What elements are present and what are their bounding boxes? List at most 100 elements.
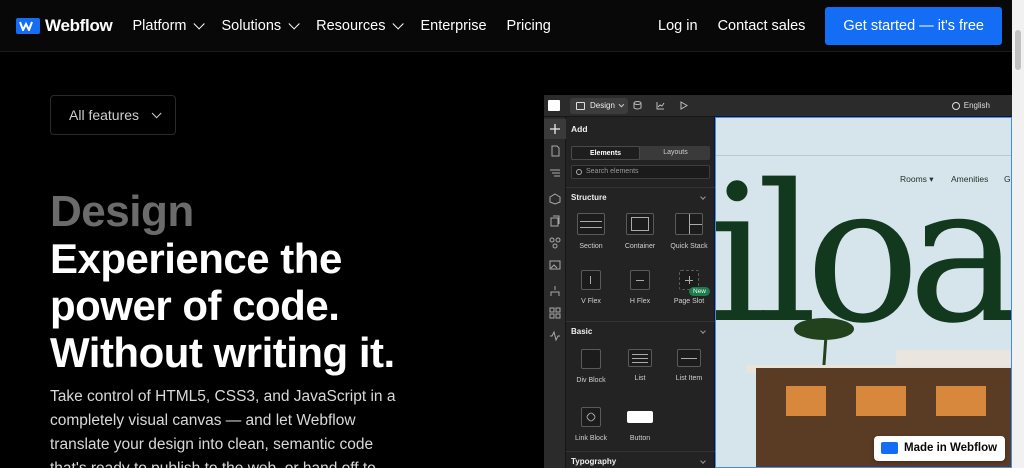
design-mode-label: Design xyxy=(590,101,615,110)
basic-section: Basic Div Block List List Item Link Bloc… xyxy=(566,321,715,451)
designer-left-rail xyxy=(544,117,566,468)
element-list-item[interactable]: List Item xyxy=(664,349,714,382)
element-v-flex-label: V Flex xyxy=(581,298,601,305)
element-h-flex-label: H Flex xyxy=(629,298,651,305)
nav-pricing[interactable]: Pricing xyxy=(507,18,551,34)
nav-resources-label: Resources xyxy=(316,17,386,34)
element-quick-stack[interactable]: Quick Stack xyxy=(664,213,714,250)
get-started-button[interactable]: Get started — it's free xyxy=(825,7,1002,45)
variables-icon[interactable] xyxy=(549,237,561,249)
element-link-block-label: Link Block xyxy=(575,435,607,442)
house-window xyxy=(936,386,986,416)
basic-title[interactable]: Basic xyxy=(571,327,592,336)
hero-body: Take control of HTML5, CSS3, and JavaScr… xyxy=(50,388,396,468)
all-features-dropdown[interactable]: All features xyxy=(50,95,176,135)
add-panel: Add Elements Layouts Search elements Str… xyxy=(566,117,715,468)
element-container-label: Container xyxy=(624,243,656,250)
house-window xyxy=(786,386,826,416)
login-link[interactable]: Log in xyxy=(658,18,698,34)
house-window xyxy=(856,386,906,416)
element-div-block[interactable]: Div Block xyxy=(566,349,616,384)
chevron-down-icon[interactable] xyxy=(700,328,706,334)
palm-leaves xyxy=(794,318,854,340)
hero-eyebrow: Design xyxy=(50,187,194,236)
language-selector[interactable]: English xyxy=(951,95,990,117)
scrollbar-thumb[interactable] xyxy=(1015,30,1021,70)
typography-section: Typography xyxy=(566,451,715,468)
element-button[interactable]: Button xyxy=(615,407,665,442)
element-quick-stack-label: Quick Stack xyxy=(670,243,708,250)
nav-right: Log in Contact sales Get started — it's … xyxy=(638,0,1012,52)
canvas-hero-text: iloa xyxy=(715,144,1011,365)
element-page-slot-label: Page Slot xyxy=(673,298,705,305)
element-list-item-label: List Item xyxy=(675,375,703,382)
chevron-down-icon xyxy=(618,101,625,108)
search-placeholder: Search elements xyxy=(586,168,639,175)
designer-canvas[interactable]: Rooms ▾ Amenities G iloa xyxy=(715,117,1012,468)
globe-icon xyxy=(951,102,960,110)
webflow-logo-icon xyxy=(16,17,40,34)
new-badge: New xyxy=(689,287,711,296)
page-scrollbar[interactable] xyxy=(1012,0,1024,468)
v-flex-icon xyxy=(581,270,601,290)
tab-layouts[interactable]: Layouts xyxy=(641,146,710,160)
logo-text: Webflow xyxy=(45,15,113,35)
element-v-flex[interactable]: V Flex xyxy=(566,270,616,305)
div-block-icon xyxy=(581,349,601,369)
chevron-down-icon xyxy=(392,17,405,30)
hero-headline: Experience the power of code. Without wr… xyxy=(50,235,395,376)
element-div-block-label: Div Block xyxy=(576,377,606,384)
section-icon xyxy=(577,213,605,235)
database-icon[interactable] xyxy=(633,101,642,110)
link-icon xyxy=(581,407,601,427)
chevron-down-icon xyxy=(151,107,162,118)
nav-pricing-label: Pricing xyxy=(506,17,551,34)
made-in-webflow-badge[interactable]: Made in Webflow xyxy=(874,436,1006,461)
chevron-down-icon[interactable] xyxy=(700,194,706,200)
nav-platform-label: Platform xyxy=(132,17,187,34)
analytics-icon[interactable] xyxy=(656,101,665,110)
structure-section: Structure Section Container Quick Stack … xyxy=(566,187,715,321)
webflow-logo-icon xyxy=(881,442,898,454)
play-icon[interactable] xyxy=(679,101,688,110)
add-panel-title: Add xyxy=(571,124,588,134)
element-h-flex[interactable]: H Flex xyxy=(615,270,665,305)
nav-resources[interactable]: Resources xyxy=(316,17,405,34)
structure-title[interactable]: Structure xyxy=(571,193,607,202)
search-elements-input[interactable]: Search elements xyxy=(571,165,710,179)
container-icon xyxy=(626,213,654,235)
element-section[interactable]: Section xyxy=(566,213,616,250)
nav-solutions[interactable]: Solutions xyxy=(221,18,300,34)
pages-icon[interactable] xyxy=(549,145,561,157)
logic-icon[interactable] xyxy=(549,285,561,297)
element-section-label: Section xyxy=(579,243,603,250)
activity-icon[interactable] xyxy=(549,330,561,342)
element-link-block[interactable]: Link Block xyxy=(566,407,616,442)
quick-stack-icon xyxy=(675,213,703,235)
navigator-icon[interactable] xyxy=(549,167,561,179)
all-features-label: All features xyxy=(69,107,140,123)
assets-icon[interactable] xyxy=(549,259,561,271)
designer-toolbar: Design English xyxy=(544,95,1012,117)
components-icon[interactable] xyxy=(549,193,561,205)
search-icon xyxy=(576,169,582,175)
element-list[interactable]: List xyxy=(615,349,665,382)
cms-icon[interactable] xyxy=(549,215,561,227)
contact-sales-link[interactable]: Contact sales xyxy=(718,18,806,34)
language-label: English xyxy=(963,101,990,110)
webflow-logo-icon xyxy=(548,100,560,111)
h-flex-icon xyxy=(630,270,650,290)
nav-enterprise-label: Enterprise xyxy=(420,17,487,34)
tab-elements[interactable]: Elements xyxy=(571,146,640,160)
design-icon xyxy=(576,102,585,110)
design-mode-selector[interactable]: Design xyxy=(570,98,628,114)
nav-platform[interactable]: Platform xyxy=(132,17,206,34)
apps-icon[interactable] xyxy=(549,307,561,319)
list-item-icon xyxy=(677,349,701,367)
element-container[interactable]: Container xyxy=(615,213,665,250)
chevron-down-icon[interactable] xyxy=(700,458,706,464)
nav-enterprise[interactable]: Enterprise xyxy=(420,18,486,34)
webflow-logo[interactable]: Webflow xyxy=(16,15,113,36)
typography-title[interactable]: Typography xyxy=(571,457,616,466)
add-icon[interactable] xyxy=(549,123,561,135)
